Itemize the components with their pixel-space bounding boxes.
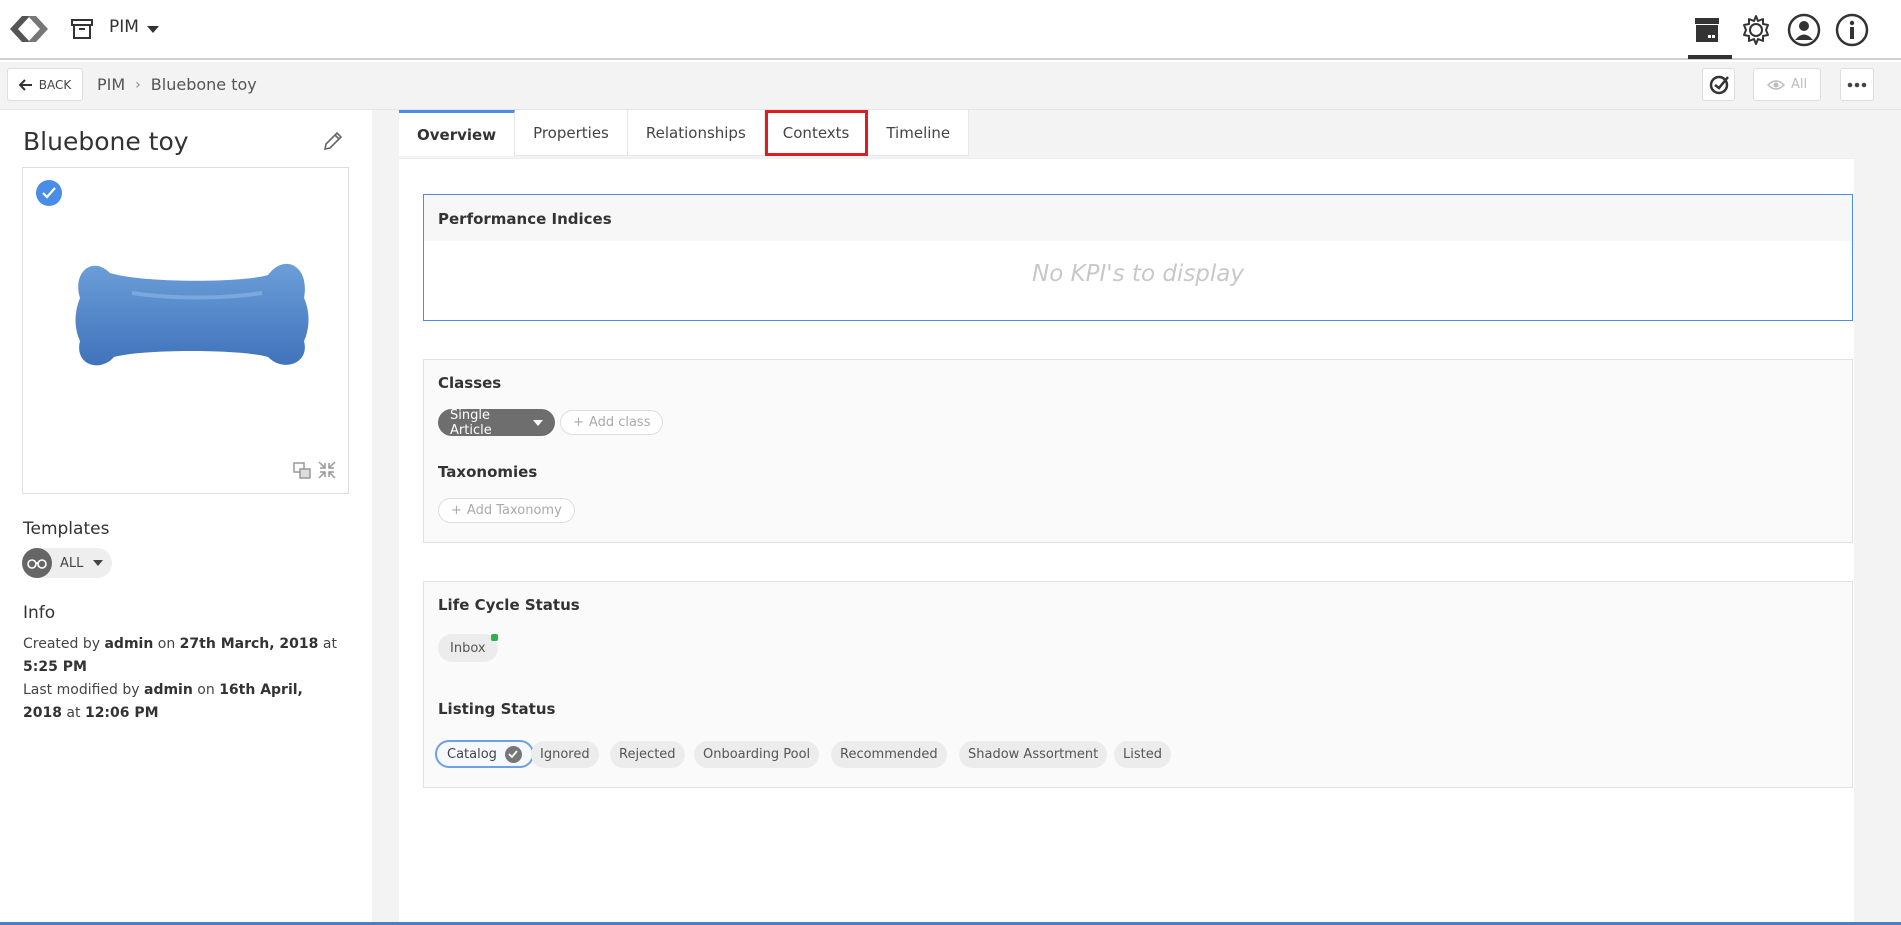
collapse-icon[interactable] <box>317 460 337 480</box>
templates-heading: Templates <box>23 519 110 539</box>
class-chip[interactable]: Single Article <box>438 407 555 438</box>
created-date: 27th March, 2018 <box>179 636 319 652</box>
templates-select[interactable]: ALL <box>22 548 112 578</box>
check-icon[interactable] <box>36 180 62 206</box>
performance-header <box>424 195 1852 241</box>
active-indicator <box>1688 55 1732 59</box>
lifecycle-title: Life Cycle Status <box>438 596 580 614</box>
modified-prefix: Last modified by <box>23 682 140 698</box>
more-icon <box>1847 82 1867 87</box>
listing-title: Listing Status <box>438 700 556 718</box>
view-filter-label: All <box>1790 77 1808 92</box>
info-icon[interactable] <box>1833 11 1871 49</box>
tab-relationships[interactable]: Relationships <box>627 110 765 156</box>
listing-option-label: Recommended <box>840 747 938 762</box>
plus-icon: + <box>573 415 584 430</box>
check-icon <box>504 745 522 763</box>
modified-time: 12:06 PM <box>84 705 159 721</box>
templates-value: ALL <box>60 555 84 571</box>
listing-option-label: Rejected <box>619 747 676 762</box>
compare-icon[interactable] <box>292 460 312 480</box>
lifecycle-status-chip[interactable]: Inbox <box>438 634 498 662</box>
lifecycle-card: Life Cycle Status Inbox Listing Status C… <box>423 581 1853 788</box>
listing-option-label: Onboarding Pool <box>703 747 811 762</box>
back-button[interactable]: BACK <box>7 68 83 101</box>
eye-icon <box>1766 79 1785 90</box>
listing-option-rejected[interactable]: Rejected <box>610 741 685 768</box>
listing-option-label: Listed <box>1123 747 1162 762</box>
listing-option-label: Ignored <box>540 747 590 762</box>
gear-icon[interactable] <box>1737 11 1775 49</box>
status-dot <box>491 634 498 641</box>
lifecycle-status-label: Inbox <box>450 640 486 656</box>
listing-option-onboarding-pool[interactable]: Onboarding Pool <box>694 741 820 768</box>
info-heading: Info <box>23 603 56 623</box>
more-button[interactable] <box>1840 68 1874 101</box>
tab-timeline[interactable]: Timeline <box>868 110 970 156</box>
created-on-word: on <box>157 636 176 652</box>
sub-bar <box>0 62 1901 110</box>
plus-icon: + <box>451 503 462 518</box>
created-by: admin <box>104 636 154 652</box>
approve-button[interactable] <box>1702 68 1735 101</box>
chevron-down-icon <box>93 560 104 566</box>
tab-properties[interactable]: Properties <box>515 110 628 156</box>
taxonomies-title: Taxonomies <box>438 463 538 481</box>
listing-option-listed[interactable]: Listed <box>1114 741 1171 768</box>
modified-by: admin <box>144 682 193 698</box>
performance-empty: No KPI's to display <box>1031 261 1244 287</box>
performance-title: Performance Indices <box>438 210 612 228</box>
glasses-icon <box>22 548 52 578</box>
chevron-down-icon[interactable] <box>147 26 159 33</box>
listing-option-recommended[interactable]: Recommended <box>831 741 947 768</box>
panel-divider <box>372 110 399 925</box>
listing-option-shadow-assortment[interactable]: Shadow Assortment <box>959 741 1108 768</box>
product-title: Bluebone toy <box>23 127 189 156</box>
archive-icon[interactable] <box>71 19 93 39</box>
module-name[interactable]: PIM <box>109 17 139 37</box>
created-time: 5:25 PM <box>23 659 87 675</box>
top-bar <box>0 0 1901 60</box>
tab-contexts[interactable]: Contexts <box>764 110 869 156</box>
created-info: Created by admin on 27th March, 2018 at … <box>23 633 353 679</box>
modified-at-word: at <box>66 705 81 721</box>
product-image <box>75 263 309 366</box>
created-at-word: at <box>322 636 337 652</box>
breadcrumb-separator: › <box>135 76 141 93</box>
check-circle-icon <box>1709 75 1729 94</box>
listing-option-catalog[interactable]: Catalog <box>435 740 534 768</box>
modified-info: Last modified by admin on 16th April, 20… <box>23 679 303 725</box>
add-class-label: Add class <box>588 415 651 430</box>
user-icon[interactable] <box>1785 11 1823 49</box>
listing-option-ignored[interactable]: Ignored <box>531 741 599 768</box>
listing-option-label: Catalog <box>447 746 497 762</box>
classes-card: Classes Single Article + Add class Taxon… <box>423 359 1853 543</box>
back-label: BACK <box>38 77 72 92</box>
arrow-left-icon <box>18 78 32 91</box>
add-taxonomy-label: Add Taxonomy <box>466 503 562 518</box>
add-class-button[interactable]: + Add class <box>560 410 664 435</box>
breadcrumb: PIM › Bluebone toy <box>97 75 257 94</box>
classes-title: Classes <box>438 374 502 392</box>
class-chip-label: Single Article <box>450 407 492 438</box>
tab-bar: Overview Properties Relationships Contex… <box>399 110 970 158</box>
breadcrumb-item-pim[interactable]: PIM <box>97 75 125 94</box>
tab-overview[interactable]: Overview <box>399 110 516 156</box>
store-icon[interactable] <box>1688 11 1726 49</box>
logo-icon[interactable] <box>6 10 52 48</box>
view-filter-button[interactable]: All <box>1753 68 1821 101</box>
created-prefix: Created by <box>23 636 101 652</box>
performance-card: Performance Indices No KPI's to display <box>423 194 1853 321</box>
chevron-down-icon <box>533 419 543 426</box>
breadcrumb-item-current: Bluebone toy <box>150 75 257 94</box>
modified-on-word: on <box>197 682 215 698</box>
listing-option-label: Shadow Assortment <box>968 747 1099 762</box>
add-taxonomy-button[interactable]: + Add Taxonomy <box>438 498 575 523</box>
pencil-icon[interactable] <box>322 130 344 152</box>
